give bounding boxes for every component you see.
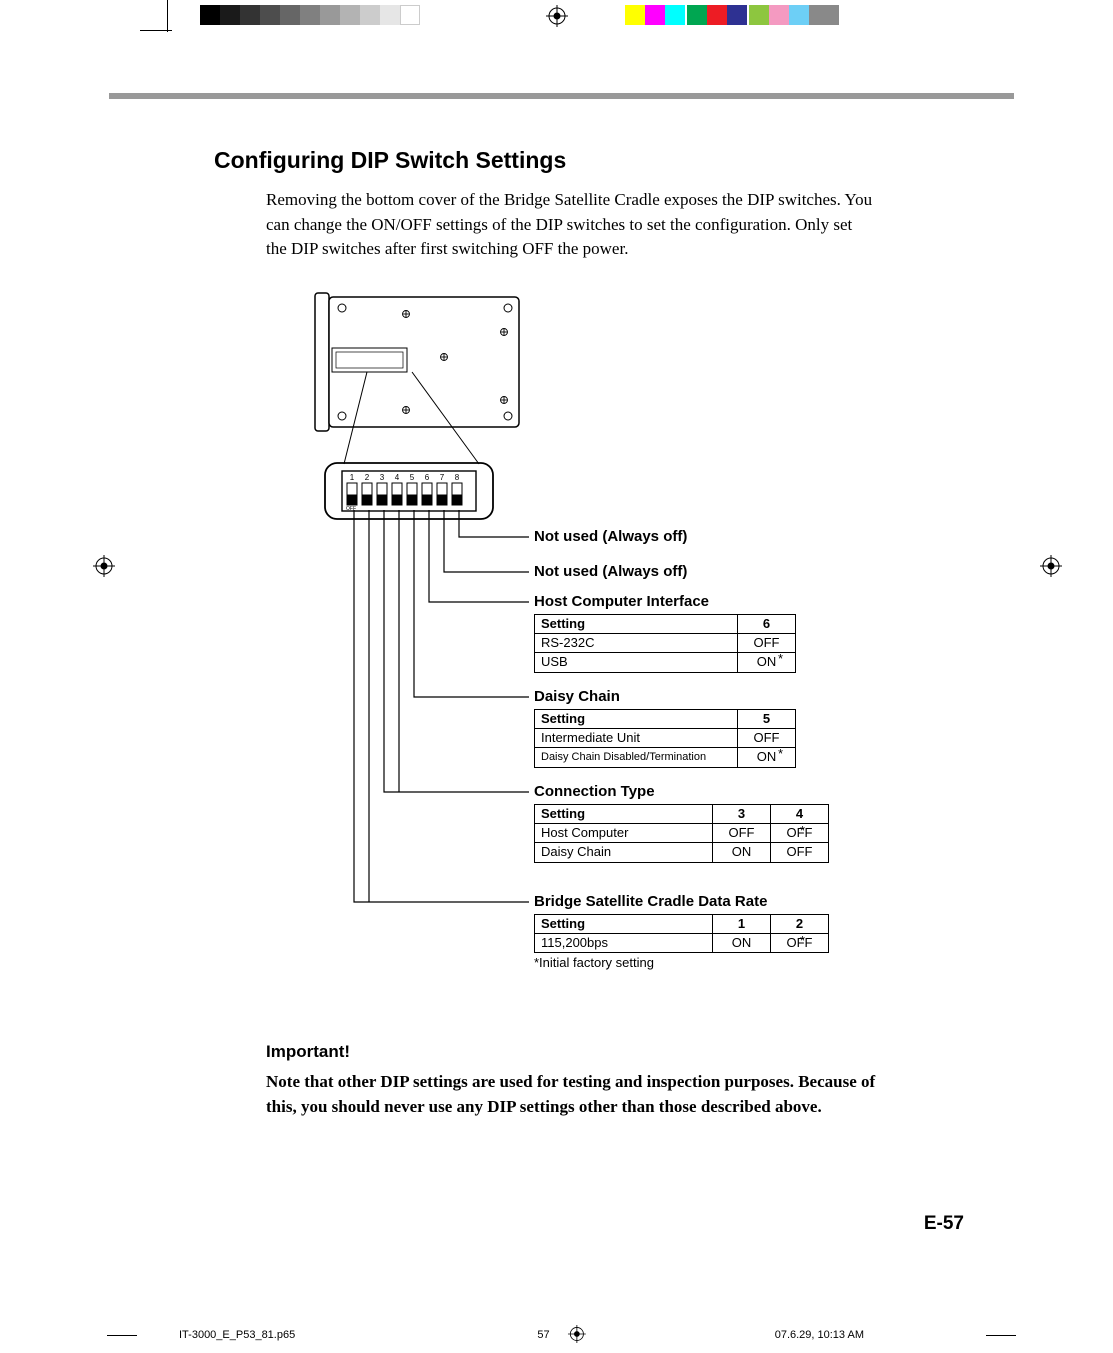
print-slug: IT-3000_E_P53_81.p65 57 07.6.29, 10:13 A…: [109, 1329, 1014, 1341]
registration-mark-icon: [568, 1325, 586, 1346]
slug-file: IT-3000_E_P53_81.p65: [179, 1329, 295, 1341]
registration-mark-icon: [1040, 555, 1062, 577]
sw7-label: Not used (Always off): [534, 563, 687, 580]
asterisk: *: [800, 933, 805, 948]
slug-timestamp: 07.6.29, 10:13 AM: [775, 1329, 864, 1341]
diagram: 1234 5678 OFF: [304, 292, 944, 1022]
sw5-table: Setting5 Intermediate UnitOFF Daisy Chai…: [534, 709, 796, 768]
asterisk: *: [778, 746, 783, 761]
registration-mark-icon: [546, 5, 568, 27]
intro-paragraph: Removing the bottom cover of the Bridge …: [266, 188, 876, 262]
slug-page: 57: [537, 1329, 549, 1341]
sw5-title: Daisy Chain: [534, 688, 796, 705]
asterisk: *: [778, 651, 783, 666]
sw6-title: Host Computer Interface: [534, 593, 796, 610]
sw12-table: Setting12 115,200bpsONOFF: [534, 914, 829, 954]
sw34-title: Connection Type: [534, 783, 829, 800]
important-body: Note that other DIP settings are used fo…: [266, 1070, 906, 1119]
asterisk: *: [800, 823, 805, 838]
sw12-title: Bridge Satellite Cradle Data Rate: [534, 893, 829, 910]
page-number: E-57: [924, 1213, 964, 1235]
sw34-table: Setting34 Host ComputerOFFOFF Daisy Chai…: [534, 804, 829, 863]
section-heading: Configuring DIP Switch Settings: [214, 147, 964, 174]
factory-setting-note: *Initial factory setting: [534, 955, 829, 970]
sw6-table: Setting6 RS-232COFF USBON: [534, 614, 796, 673]
grayscale-bar: [200, 5, 420, 25]
page-content: Configuring DIP Switch Settings Removing…: [109, 99, 1014, 1279]
sw8-label: Not used (Always off): [534, 528, 687, 545]
important-heading: Important!: [266, 1042, 964, 1062]
color-bar: [625, 5, 839, 25]
